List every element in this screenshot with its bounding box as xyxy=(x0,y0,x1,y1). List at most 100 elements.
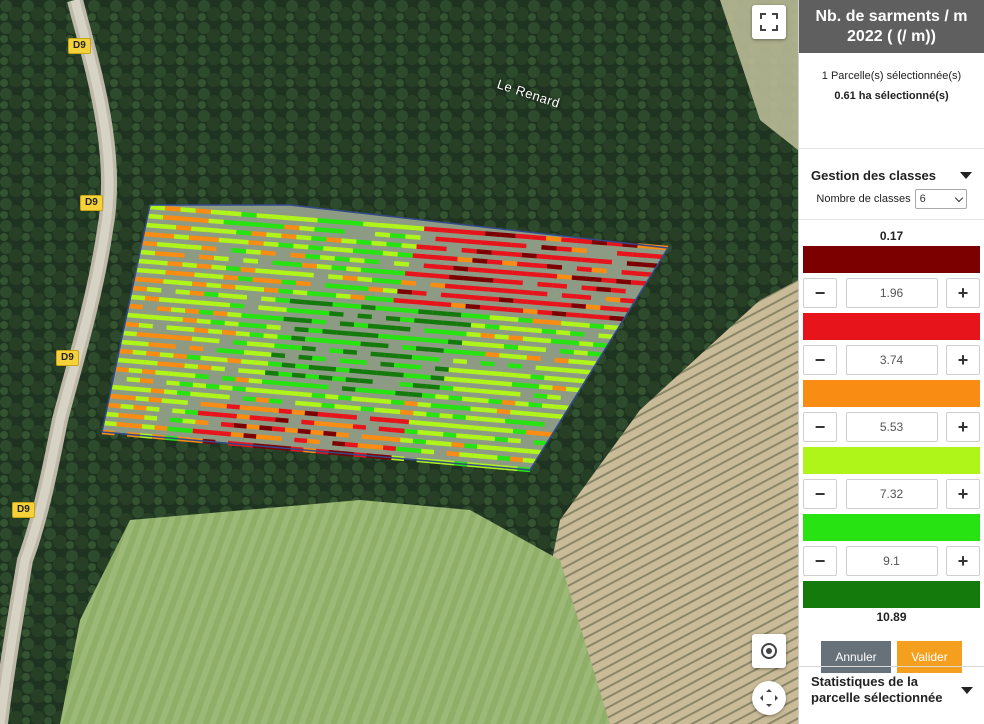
heatmap-segment xyxy=(480,240,497,246)
heatmap-segment xyxy=(194,272,210,279)
increment-button[interactable]: + xyxy=(946,546,980,576)
heatmap-segment xyxy=(205,383,220,390)
heatmap-segment xyxy=(341,386,356,392)
nb-classes-select[interactable]: 6 xyxy=(914,189,967,209)
heatmap-segment xyxy=(268,435,282,441)
class-color-1[interactable] xyxy=(803,246,980,273)
classes-section-title: Gestion des classes xyxy=(811,168,937,183)
heatmap-segment xyxy=(487,259,503,265)
heatmap-segment xyxy=(180,326,195,333)
decrement-button[interactable]: − xyxy=(803,278,837,308)
heatmap-segment xyxy=(535,365,550,372)
heatmap-segment xyxy=(564,339,580,346)
heatmap-segment xyxy=(299,225,315,232)
heatmap-segment xyxy=(297,317,312,324)
heatmap-segment xyxy=(301,382,316,389)
heatmap-segment xyxy=(134,340,149,347)
threshold-input[interactable]: 3.74 xyxy=(845,345,938,375)
heatmap-segment xyxy=(542,272,558,279)
divider xyxy=(799,219,984,220)
heatmap-segment xyxy=(457,405,471,411)
heatmap-segment xyxy=(226,403,240,410)
heatmap-segment xyxy=(404,271,420,277)
fullscreen-button[interactable] xyxy=(752,5,786,39)
map-view[interactable]: D9 D9 D9 D9 Le Renard xyxy=(0,0,798,724)
heatmap-segment xyxy=(400,437,414,444)
threshold-stepper-2: − 3.74 + xyxy=(803,344,980,376)
heatmap-segment xyxy=(139,378,154,384)
threshold-input[interactable]: 1.96 xyxy=(845,278,938,308)
heatmap-segment xyxy=(425,439,439,446)
move-button[interactable] xyxy=(752,681,786,715)
increment-button[interactable]: + xyxy=(946,278,980,308)
heatmap-segment xyxy=(103,420,117,427)
heatmap-segment xyxy=(176,390,191,397)
heatmap-segment xyxy=(305,253,321,260)
heatmap-segment xyxy=(252,277,268,283)
heatmap-segment xyxy=(215,301,231,308)
decrement-button[interactable]: − xyxy=(803,479,837,509)
heatmap-segment xyxy=(223,219,240,226)
heatmap-segment xyxy=(130,358,145,365)
heatmap-segment xyxy=(326,421,341,428)
stats-section-toggle[interactable]: Statistiques de la parcelle sélectionnée xyxy=(799,674,984,706)
heatmap-segment xyxy=(111,384,125,391)
heatmap-segment xyxy=(498,380,513,387)
heatmap-segment xyxy=(210,209,227,216)
heatmap-segment xyxy=(438,329,453,336)
heatmap-segment xyxy=(203,236,220,243)
heatmap-segment xyxy=(169,252,185,258)
decrement-button[interactable]: − xyxy=(803,546,837,576)
heatmap-segment xyxy=(412,438,427,445)
heatmap-segment xyxy=(154,250,170,257)
heatmap-segment xyxy=(220,283,236,290)
heatmap-segment xyxy=(364,295,380,302)
heatmap-segment xyxy=(335,293,351,299)
heatmap-segment xyxy=(272,389,286,396)
threshold-input[interactable]: 7.32 xyxy=(845,479,938,509)
heatmap-segment xyxy=(576,238,593,245)
heatmap-segment xyxy=(545,236,562,242)
heatmap-segment xyxy=(287,261,303,268)
classes-section-toggle[interactable]: Gestion des classes xyxy=(799,168,984,183)
heatmap-segment xyxy=(182,262,198,268)
increment-button[interactable]: + xyxy=(946,412,980,442)
threshold-input[interactable]: 9.1 xyxy=(845,546,938,576)
heatmap-segment xyxy=(195,208,212,215)
heatmap-segment xyxy=(515,401,529,407)
increment-button[interactable]: + xyxy=(946,479,980,509)
increment-button[interactable]: + xyxy=(946,345,980,375)
heatmap-segment xyxy=(421,393,436,399)
heatmap-segment xyxy=(137,387,152,393)
decrement-button[interactable]: − xyxy=(803,412,837,442)
class-color-5[interactable] xyxy=(803,514,980,541)
heatmap-segment xyxy=(407,299,423,305)
decrement-button[interactable]: − xyxy=(803,345,837,375)
heatmap-segment xyxy=(620,297,636,304)
heatmap-segment xyxy=(269,315,284,322)
heatmap-segment xyxy=(395,446,409,453)
class-color-3[interactable] xyxy=(803,380,980,407)
heatmap-segment xyxy=(571,303,587,309)
class-color-2[interactable] xyxy=(803,313,980,340)
heatmap-segment xyxy=(407,363,422,370)
heatmap-segment xyxy=(455,293,471,300)
heatmap-segment xyxy=(148,277,164,284)
heatmap-segment xyxy=(211,365,226,372)
heatmap-segment xyxy=(502,260,518,267)
heatmap-segment xyxy=(502,446,516,453)
heatmap-segment xyxy=(189,345,204,352)
heatmap-segment xyxy=(314,226,330,233)
locate-button[interactable] xyxy=(752,634,786,668)
heatmap-segment xyxy=(466,331,481,338)
heatmap-segment xyxy=(596,286,612,293)
caret-down-icon xyxy=(961,686,973,694)
class-color-6[interactable] xyxy=(803,581,980,608)
heatmap-segment xyxy=(585,304,601,311)
heatmap-segment xyxy=(594,314,610,321)
heatmap-segment xyxy=(402,344,417,351)
heatmap-segment xyxy=(566,256,583,263)
heatmap-segment xyxy=(405,234,421,240)
class-color-4[interactable] xyxy=(803,447,980,474)
threshold-input[interactable]: 5.53 xyxy=(845,412,938,442)
